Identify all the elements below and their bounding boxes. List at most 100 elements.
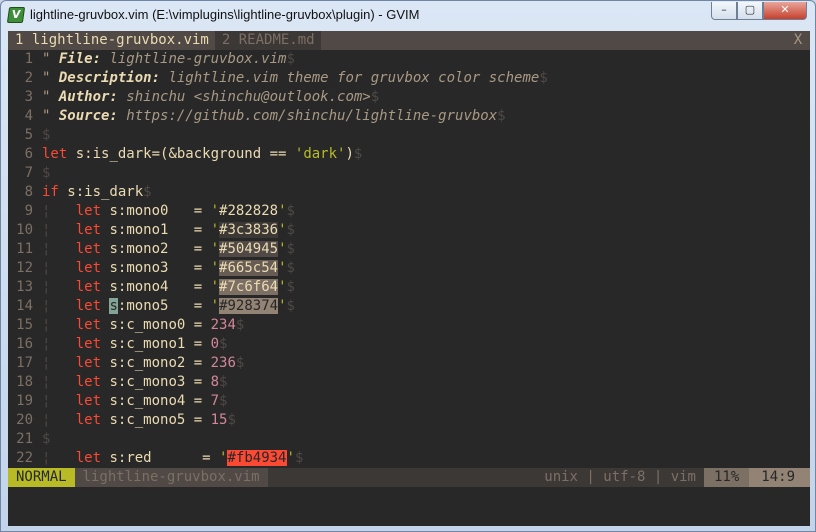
code-line[interactable]: 8 if s:is_dark$	[8, 183, 810, 202]
minimize-button[interactable]: –	[711, 2, 737, 20]
keyword: let	[42, 146, 68, 162]
line-number: 1	[24, 51, 33, 67]
string-quote: 'dark'	[294, 146, 346, 162]
code-text: s:mono3 =	[101, 260, 211, 276]
code-line[interactable]: 15 ¦ let s:c_mono0 = 234$	[8, 316, 810, 335]
tab-lightline-gruvbox[interactable]: 1 lightline-gruvbox.vim	[8, 31, 215, 50]
comment-text: lightline-gruvbox.vim	[101, 51, 287, 67]
string-quote: '	[210, 203, 220, 219]
color-swatch-text: #282828	[219, 203, 279, 219]
comment-text: "	[42, 108, 59, 124]
code-line[interactable]: 9 ¦ let s:mono0 = '#282828'$	[8, 202, 810, 221]
number-literal: 236	[210, 355, 236, 371]
line-number: 11	[16, 241, 33, 257]
code-line[interactable]: 10 ¦ let s:mono1 = '#3c3836'$	[8, 221, 810, 240]
number-literal: 7	[210, 393, 220, 409]
keyword: let	[75, 412, 102, 428]
code-line[interactable]: 7 $	[8, 164, 810, 183]
command-line[interactable]	[8, 487, 810, 526]
eol-marker: $	[370, 89, 380, 105]
code-line[interactable]: 13 ¦ let s:mono4 = '#7c6f64'$	[8, 278, 810, 297]
eol-marker: $	[294, 450, 304, 466]
eol-marker: $	[42, 165, 51, 181]
code-line[interactable]: 2 " Description: lightline.vim theme for …	[8, 69, 810, 88]
code-line[interactable]: 14 ¦ let s:mono5 = '#928374'$	[8, 297, 810, 316]
text-buffer[interactable]: 1 " File: lightline-gruvbox.vim$ 2 " Descri…	[8, 50, 810, 468]
line-number: 9	[24, 203, 33, 219]
string-quote: '	[210, 260, 220, 276]
eol-marker: $	[286, 222, 295, 238]
tab-readme[interactable]: 2 README.md	[214, 31, 321, 50]
code-line[interactable]: 6 let s:is_dark=(&background == 'dark')$	[8, 145, 810, 164]
close-button[interactable]: ✕	[763, 2, 807, 20]
comment-text: "	[42, 70, 59, 86]
string-quote: '	[210, 298, 220, 314]
string-quote: '	[278, 298, 287, 314]
code-text: s:c_mono3 =	[101, 374, 211, 390]
code-line[interactable]: 17 ¦ let s:c_mono2 = 236$	[8, 354, 810, 373]
eol-marker: $	[286, 203, 295, 219]
eol-marker: $	[286, 260, 295, 276]
window-title: lightline-gruvbox.vim (E:\vimplugins\lig…	[30, 7, 420, 22]
comment-text: "	[42, 51, 59, 67]
eol-marker: $	[286, 279, 295, 295]
maximize-button[interactable]: ▢	[737, 2, 763, 20]
eol-marker: $	[235, 317, 245, 333]
code-line[interactable]: 5 $	[8, 126, 810, 145]
code-text: s:c_mono0 =	[101, 317, 211, 333]
line-number: 19	[16, 393, 33, 409]
code-line[interactable]: 18 ¦ let s:c_mono3 = 8$	[8, 373, 810, 392]
code-line[interactable]: 1 " File: lightline-gruvbox.vim$	[8, 50, 810, 69]
code-line[interactable]: 12 ¦ let s:mono3 = '#665c54'$	[8, 259, 810, 278]
line-number: 3	[24, 89, 33, 105]
keyword: let	[75, 279, 102, 295]
tab-close-button[interactable]: X	[786, 31, 810, 50]
comment-text: lightline.vim theme for gruvbox color sc…	[160, 70, 540, 86]
eol-marker: $	[219, 393, 228, 409]
code-line[interactable]: 20 ¦ let s:c_mono5 = 15$	[8, 411, 810, 430]
status-percent: 11%	[703, 468, 750, 487]
keyword: let	[75, 374, 102, 390]
title-bar[interactable]: V lightline-gruvbox.vim (E:\vimplugins\l…	[1, 1, 815, 31]
gvim-app-icon[interactable]: V	[6, 7, 26, 23]
code-line[interactable]: 3 " Author: shinchu <shinchu@outlook.com>…	[8, 88, 810, 107]
line-number: 4	[24, 108, 33, 124]
color-swatch-text: #928374	[219, 298, 279, 314]
color-swatch-text: #3c3836	[219, 222, 279, 238]
color-swatch-text: #504945	[219, 241, 279, 257]
line-number: 2	[24, 70, 33, 86]
code-line[interactable]: 19 ¦ let s:c_mono4 = 7$	[8, 392, 810, 411]
code-text: s:is_dark	[58, 184, 144, 200]
vim-editor[interactable]: 1 lightline-gruvbox.vim 2 README.md X 1 "…	[8, 31, 810, 526]
string-quote: '	[210, 241, 220, 257]
code-line[interactable]: 22 ¦ let s:red = '#fb4934'$	[8, 449, 810, 468]
eol-marker: $	[42, 431, 51, 447]
keyword: let	[75, 260, 102, 276]
code-text: s:c_mono2 =	[101, 355, 211, 371]
eol-marker: $	[539, 70, 548, 86]
code-line[interactable]: 16 ¦ let s:c_mono1 = 0$	[8, 335, 810, 354]
number-literal: 15	[210, 412, 228, 428]
statusline: NORMAL lightline-gruvbox.vim unix | utf-…	[8, 468, 810, 487]
line-number: 17	[16, 355, 33, 371]
string-quote: '	[278, 279, 287, 295]
code-line[interactable]: 21 $	[8, 430, 810, 449]
code-text: s:c_mono5 =	[101, 412, 211, 428]
line-number: 14	[16, 298, 33, 314]
eol-marker: $	[219, 336, 228, 352]
line-number: 10	[16, 222, 33, 238]
code-line[interactable]: 4 " Source: https://github.com/shinchu/li…	[8, 107, 810, 126]
status-cursor-position: 14:9	[749, 468, 810, 487]
color-swatch-text: #665c54	[219, 260, 279, 276]
code-line[interactable]: 11 ¦ let s:mono2 = '#504945'$	[8, 240, 810, 259]
